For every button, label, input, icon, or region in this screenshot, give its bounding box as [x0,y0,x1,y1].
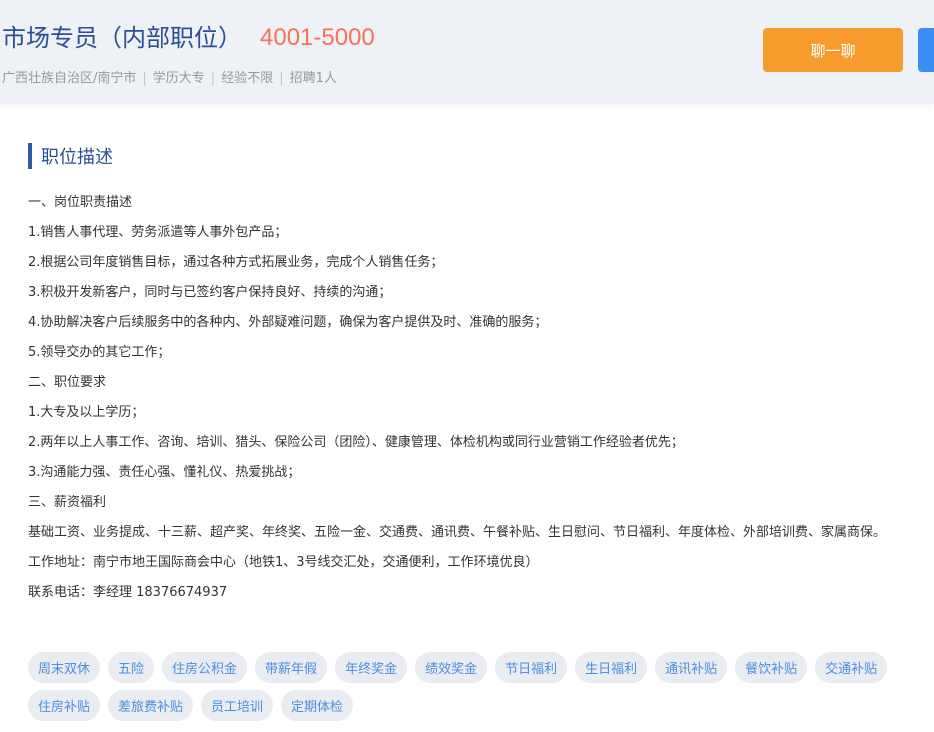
meta-separator: | [142,71,147,86]
section-title: 职位描述 [41,147,113,168]
benefit-tag: 节日福利 [495,652,568,683]
description-line: 3.积极开发新客户，同时与已签约客户保持良好、持续的沟通； [28,285,392,300]
job-location: 广西壮族自治区/南宁市 [2,71,137,86]
salary-range: 4001-5000 [260,24,375,51]
description-line: 2.根据公司年度销售目标，通过各种方式拓展业务，完成个人销售任务； [28,255,444,270]
benefit-tag: 带薪年假 [255,652,328,683]
benefit-tag: 定期体检 [281,690,354,721]
description-line: 2.两年以上人事工作、咨询、培训、猎头、保险公司（团险）、健康管理、体检机构或同… [28,435,684,450]
benefit-tag: 五险 [108,652,155,683]
benefit-tag: 周末双休 [28,652,101,683]
job-meta: 广西壮族自治区/南宁市 | 学历大专 | 经验不限 | 招聘1人 [2,70,337,88]
section-heading: 职位描述 [28,142,113,170]
description-body: 一、岗位职责描述 1.销售人事代理、劳务派遣等人事外包产品； 2.根据公司年度销… [28,188,908,608]
description-line: 5.领导交办的其它工作； [28,345,171,360]
benefit-tag: 绩效奖金 [415,652,488,683]
description-line: 二、职位要求 [28,375,107,390]
meta-separator: | [279,71,284,86]
job-experience: 经验不限 [221,71,274,86]
benefit-tag: 员工培训 [201,690,274,721]
description-line: 三、薪资福利 [28,495,107,510]
job-header: 市场专员（内部职位） 4001-5000 广西壮族自治区/南宁市 | 学历大专 | 经验… [0,0,934,104]
job-title: 市场专员（内部职位） [2,24,242,52]
benefits-paragraph: 基础工资、业务提成、十三薪、超产奖、年终奖、五险一金、交通费、通讯费、午餐补贴、… [28,525,887,540]
description-line: 4.协助解决客户后续服务中的各种内、外部疑难问题，确保为客户提供及时、准确的服务… [28,315,548,330]
benefit-tag: 餐饮补贴 [735,652,808,683]
description-line: 1.销售人事代理、劳务派遣等人事外包产品； [28,225,288,240]
job-headcount: 招聘1人 [289,71,337,86]
benefit-tag: 通讯补贴 [655,652,728,683]
description-line: 1.大专及以上学历； [28,405,145,420]
job-education: 学历大专 [152,71,205,86]
benefit-tags: 周末双休 五险 住房公积金 带薪年假 年终奖金 绩效奖金 节日福利 生日福利 通… [28,652,908,728]
section-accent-bar [28,143,32,169]
benefit-tag: 年终奖金 [335,652,408,683]
contact-info: 联系电话：李经理 18376674937 [28,585,228,600]
chat-button[interactable]: 聊一聊 [763,28,903,72]
secondary-action-button[interactable] [918,28,934,72]
benefit-tag: 住房补贴 [28,690,101,721]
benefit-tag: 交通补贴 [815,652,888,683]
description-line: 一、岗位职责描述 [28,195,133,210]
work-address: 工作地址：南宁市地王国际商会中心（地铁1、3号线交汇处，交通便利，工作环境优良） [28,555,539,570]
benefit-tag: 生日福利 [575,652,648,683]
benefit-tag: 住房公积金 [162,652,248,683]
meta-separator: | [210,71,216,86]
description-line: 3.沟通能力强、责任心强、懂礼仪、热爱挑战； [28,465,301,480]
benefit-tag: 差旅费补贴 [108,690,194,721]
